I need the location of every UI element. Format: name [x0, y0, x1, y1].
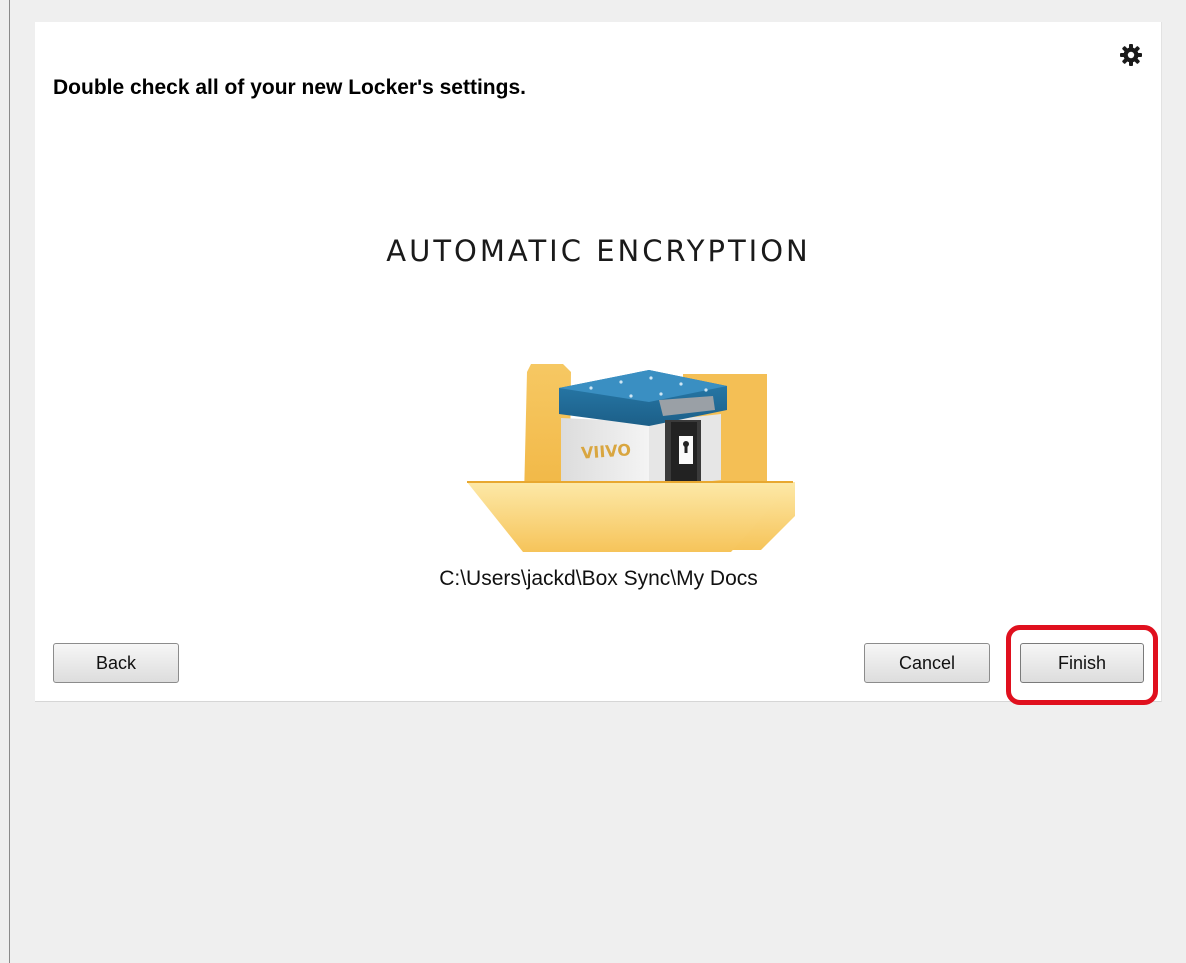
gear-icon[interactable]	[1118, 42, 1144, 68]
locker-folder-icon: VIIVO	[431, 340, 829, 560]
page-heading: Double check all of your new Locker's se…	[53, 76, 526, 99]
wizard-panel: Double check all of your new Locker's se…	[35, 22, 1162, 705]
folder-path: C:\Users\jackd\Box Sync\My Docs	[439, 567, 758, 590]
window-border	[9, 0, 10, 963]
cancel-button[interactable]: Cancel	[864, 643, 990, 683]
back-button[interactable]: Back	[53, 643, 179, 683]
finish-button[interactable]: Finish	[1020, 643, 1144, 683]
svg-text:VIIVO: VIIVO	[580, 440, 631, 462]
locker-wizard-window: Double check all of your new Locker's se…	[0, 0, 1186, 963]
section-title: AUTOMATIC ENCRYPTION	[386, 234, 811, 268]
